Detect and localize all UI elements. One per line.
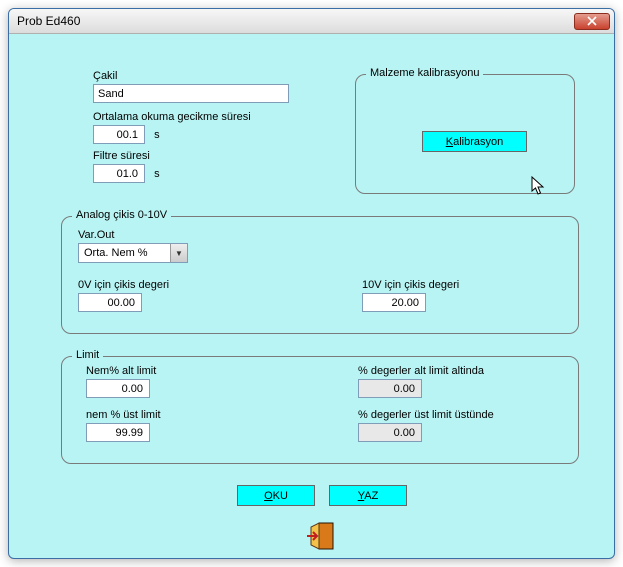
client-area: Çakil Ortalama okuma gecikme süresi s Fi… (9, 34, 614, 558)
exit-button[interactable] (305, 520, 337, 552)
exit-door-icon (305, 520, 337, 552)
pct-ust-label: % degerler üst limit üstünde (358, 409, 494, 421)
pct-alt-output (358, 379, 422, 398)
varout-select[interactable]: Orta. Nem % ▼ (78, 243, 188, 263)
chevron-down-icon: ▼ (170, 244, 187, 262)
calibration-group: Malzeme kalibrasyonu Kalibrasyon (355, 74, 575, 194)
filter-label: Filtre süresi (93, 150, 323, 162)
window-title: Prob Ed460 (17, 14, 574, 28)
cakil-input[interactable] (93, 84, 289, 103)
calibration-button[interactable]: Kalibrasyon (422, 131, 527, 152)
filter-input[interactable] (93, 164, 145, 183)
zero-label: 0V için çikis degeri (78, 279, 169, 291)
limit-group: Limit Nem% alt limit % degerler alt limi… (61, 356, 579, 464)
ten-value-input[interactable] (362, 293, 426, 312)
delay-unit: s (154, 129, 160, 141)
delay-label: Ortalama okuma gecikme süresi (93, 111, 323, 123)
topleft-group: Çakil Ortalama okuma gecikme süresi s Fi… (93, 70, 323, 183)
oku-button[interactable]: OKU (237, 485, 315, 506)
zero-value-input[interactable] (78, 293, 142, 312)
titlebar: Prob Ed460 (9, 9, 614, 34)
nem-alt-label: Nem% alt limit (86, 365, 156, 377)
analog-group: Analog çikis 0-10V Var.Out Orta. Nem % ▼… (61, 216, 579, 334)
yaz-button[interactable]: YAZ (329, 485, 407, 506)
pct-ust-output (358, 423, 422, 442)
varout-label: Var.Out (78, 229, 562, 241)
calibration-button-rest: alibrasyon (453, 136, 503, 148)
nem-alt-input[interactable] (86, 379, 150, 398)
close-button[interactable] (574, 13, 610, 30)
calibration-legend: Malzeme kalibrasyonu (366, 67, 483, 79)
ten-label: 10V için çikis degeri (362, 279, 459, 291)
pct-alt-label: % degerler alt limit altinda (358, 365, 484, 377)
close-icon (587, 16, 597, 26)
nem-ust-label: nem % üst limit (86, 409, 161, 421)
cakil-label: Çakil (93, 70, 323, 82)
dialog-window: Prob Ed460 Çakil Ortalama okuma gecikme … (8, 8, 615, 559)
varout-value: Orta. Nem % (79, 247, 148, 259)
nem-ust-input[interactable] (86, 423, 150, 442)
delay-input[interactable] (93, 125, 145, 144)
filter-unit: s (154, 168, 160, 180)
